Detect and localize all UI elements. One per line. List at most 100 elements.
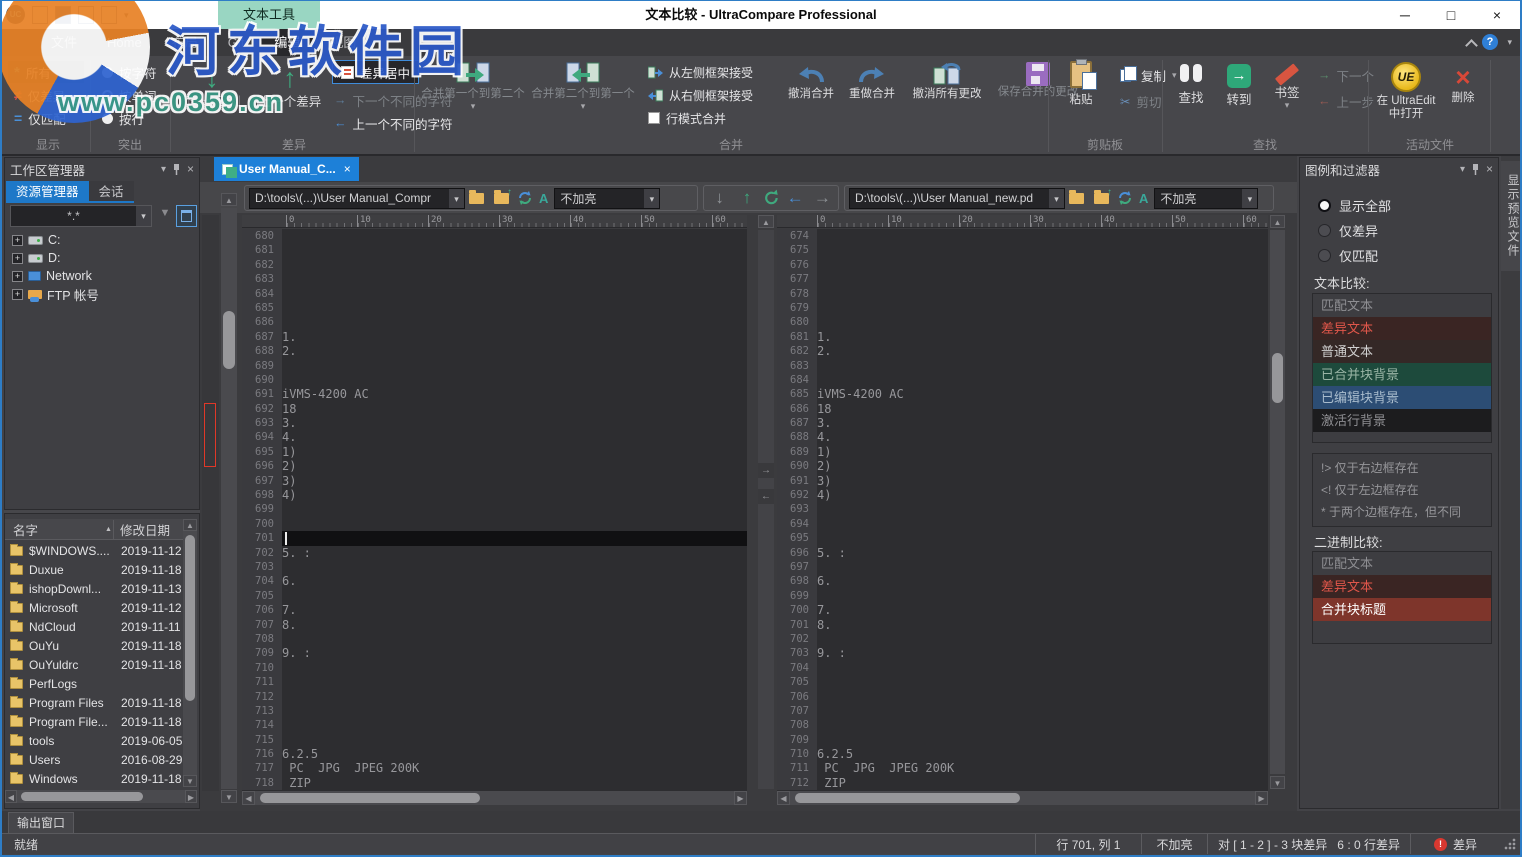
right-hscrollbar[interactable]: ◀ ▶ (777, 791, 1268, 805)
folder-up-icon[interactable]: ↑ (1094, 193, 1109, 204)
panel-dropdown-icon[interactable]: ▾ (1460, 164, 1465, 175)
scroll-right-icon[interactable]: ▶ (1255, 791, 1268, 805)
bookmark-prev-button[interactable]: ← 上一步 (1312, 90, 1380, 112)
editor-line[interactable]: 691 3) (777, 474, 1268, 488)
scroll-left-icon[interactable]: ◀ (777, 791, 790, 805)
help-dropdown-icon[interactable]: ▾ (1507, 37, 1512, 47)
context-tab-text-tools[interactable]: 文本工具 (218, 1, 320, 29)
dropdown-icon[interactable]: ▾ (1049, 189, 1064, 208)
tree-item-drive-c[interactable]: +C: (6, 231, 178, 249)
editor-line[interactable]: 679 (777, 301, 1268, 315)
find-button[interactable]: 查找 (1168, 62, 1214, 105)
editor-line[interactable]: 680 (777, 315, 1268, 329)
refresh-icon[interactable] (763, 189, 780, 207)
ribbon-tab[interactable]: 文件 (36, 29, 92, 56)
editor-line[interactable]: 708 (777, 718, 1268, 732)
editor-line[interactable]: 698 4) (242, 488, 747, 502)
editor-line[interactable]: 711 (242, 675, 747, 689)
editor-line[interactable]: 712 ZIP (777, 776, 1268, 790)
editor-line[interactable]: 704 (777, 661, 1268, 675)
scroll-left-icon[interactable]: ◀ (5, 790, 17, 803)
editor-line[interactable]: 689 1) (777, 445, 1268, 459)
editor-line[interactable]: 705 (242, 589, 747, 603)
editor-line[interactable]: 681 (242, 243, 747, 257)
editor-line[interactable]: 694 4. (242, 430, 747, 444)
editor-line[interactable]: 699 (242, 502, 747, 516)
scroll-up-icon[interactable]: ▲ (758, 215, 774, 228)
editor-line[interactable]: 692 4) (777, 488, 1268, 502)
file-list-row[interactable]: Microsoft 2019-11-12 16 (5, 598, 183, 617)
dropdown-icon[interactable]: ▾ (136, 206, 151, 226)
editor-line[interactable]: 702 (777, 632, 1268, 646)
file-list-row[interactable]: NdCloud 2019-11-11 13 (5, 617, 183, 636)
scroll-down-icon[interactable]: ▼ (183, 775, 197, 787)
bookmark-next-button[interactable]: → 下一个 (1312, 64, 1380, 86)
editor-line[interactable]: 684 (242, 287, 747, 301)
editor-line[interactable]: 688 4. (777, 430, 1268, 444)
split-view-button[interactable] (176, 205, 197, 227)
editor-line[interactable]: 701 (242, 531, 747, 545)
ribbon-tab[interactable]: Git (213, 29, 260, 56)
print-icon[interactable] (101, 6, 117, 24)
expand-icon[interactable]: + (12, 289, 23, 300)
editor-line[interactable]: 713 (242, 704, 747, 718)
editor-line[interactable]: 707 (777, 704, 1268, 718)
sync-icon[interactable] (1117, 190, 1133, 206)
editor-line[interactable]: 706 7. (242, 603, 747, 617)
editor-line[interactable]: 685 (242, 301, 747, 315)
ribbon-tab[interactable]: 视图 (315, 29, 371, 56)
scroll-left-icon[interactable]: ◀ (242, 791, 255, 805)
editor-line[interactable]: 706 (777, 690, 1268, 704)
font-icon[interactable]: A (1139, 191, 1148, 206)
editor-line[interactable]: 688 2. (242, 344, 747, 358)
editor-line[interactable]: 696 5. : (777, 546, 1268, 560)
expand-icon[interactable]: + (12, 271, 23, 282)
column-name[interactable]: 名字 (5, 520, 105, 539)
goto-button[interactable]: → 转到 (1216, 62, 1262, 107)
editor-line[interactable]: 687 1. (242, 330, 747, 344)
help-icon[interactable]: ? (1482, 34, 1498, 50)
editor-line[interactable]: 676 (777, 258, 1268, 272)
tree-item-network[interactable]: +Network (6, 267, 178, 285)
next-diff-button[interactable]: ↓ 下一个区别 (174, 58, 250, 109)
sync-icon[interactable] (517, 190, 533, 206)
minimize-button[interactable]: ─ (1382, 1, 1428, 29)
tab-session[interactable]: 会话 (89, 181, 134, 203)
file-list-row[interactable]: OuYuldrc 2019-11-18 16 (5, 655, 183, 674)
file-list-row[interactable]: Program Files 2019-11-18 15 (5, 693, 183, 712)
expand-icon[interactable]: + (12, 235, 23, 246)
editor-line[interactable]: 708 (242, 632, 747, 646)
editor-line[interactable]: 686 18 (777, 402, 1268, 416)
ribbon-tab[interactable]: 编辑 (259, 29, 315, 56)
tree-item-drive-d[interactable]: +D: (6, 249, 178, 267)
editor-line[interactable]: 709 9. : (242, 646, 747, 660)
scrollbar-thumb[interactable] (1272, 353, 1283, 403)
editor-line[interactable]: 680 (242, 229, 747, 243)
line-mode-merge-checkbox[interactable]: 行模式合并 (642, 107, 778, 129)
close-button[interactable]: × (1474, 1, 1520, 29)
editor-line[interactable]: 710 6.2.5 (777, 747, 1268, 761)
editor-line[interactable]: 695 1) (242, 445, 747, 459)
editor-line[interactable]: 709 (777, 733, 1268, 747)
panel-close-icon[interactable]: × (187, 162, 194, 176)
diff-only-button[interactable]: ≠ 仅差异 (8, 84, 84, 106)
file-list-row[interactable]: Windows 2019-11-18 11 (5, 769, 183, 788)
status-highlight-mode[interactable]: 不加亮 (1141, 834, 1207, 854)
panel-close-icon[interactable]: × (1486, 162, 1493, 176)
nav-up-icon[interactable]: ↑ (735, 186, 758, 210)
editor-line[interactable]: 697 (777, 560, 1268, 574)
font-icon[interactable]: A (539, 191, 548, 206)
file-list-row[interactable]: PerfLogs (5, 674, 183, 693)
editor-line[interactable]: 700 (242, 517, 747, 531)
document-tab-close-icon[interactable]: × (344, 162, 351, 176)
editor-line[interactable]: 685 iVMS-4200 AC (777, 387, 1268, 401)
folder-open-icon[interactable] (1069, 193, 1084, 204)
editor-line[interactable]: 682 (242, 258, 747, 272)
editor-line[interactable]: 690 2) (777, 459, 1268, 473)
pin-icon[interactable] (1471, 164, 1480, 175)
tree-item-ftp[interactable]: +FTP 帐号 (6, 285, 178, 303)
editor-line[interactable]: 692 18 (242, 402, 747, 416)
redo-merge-button[interactable]: 重做合并 (842, 60, 902, 101)
editor-line[interactable]: 674 (777, 229, 1268, 243)
scrollbar-thumb[interactable] (185, 535, 195, 701)
